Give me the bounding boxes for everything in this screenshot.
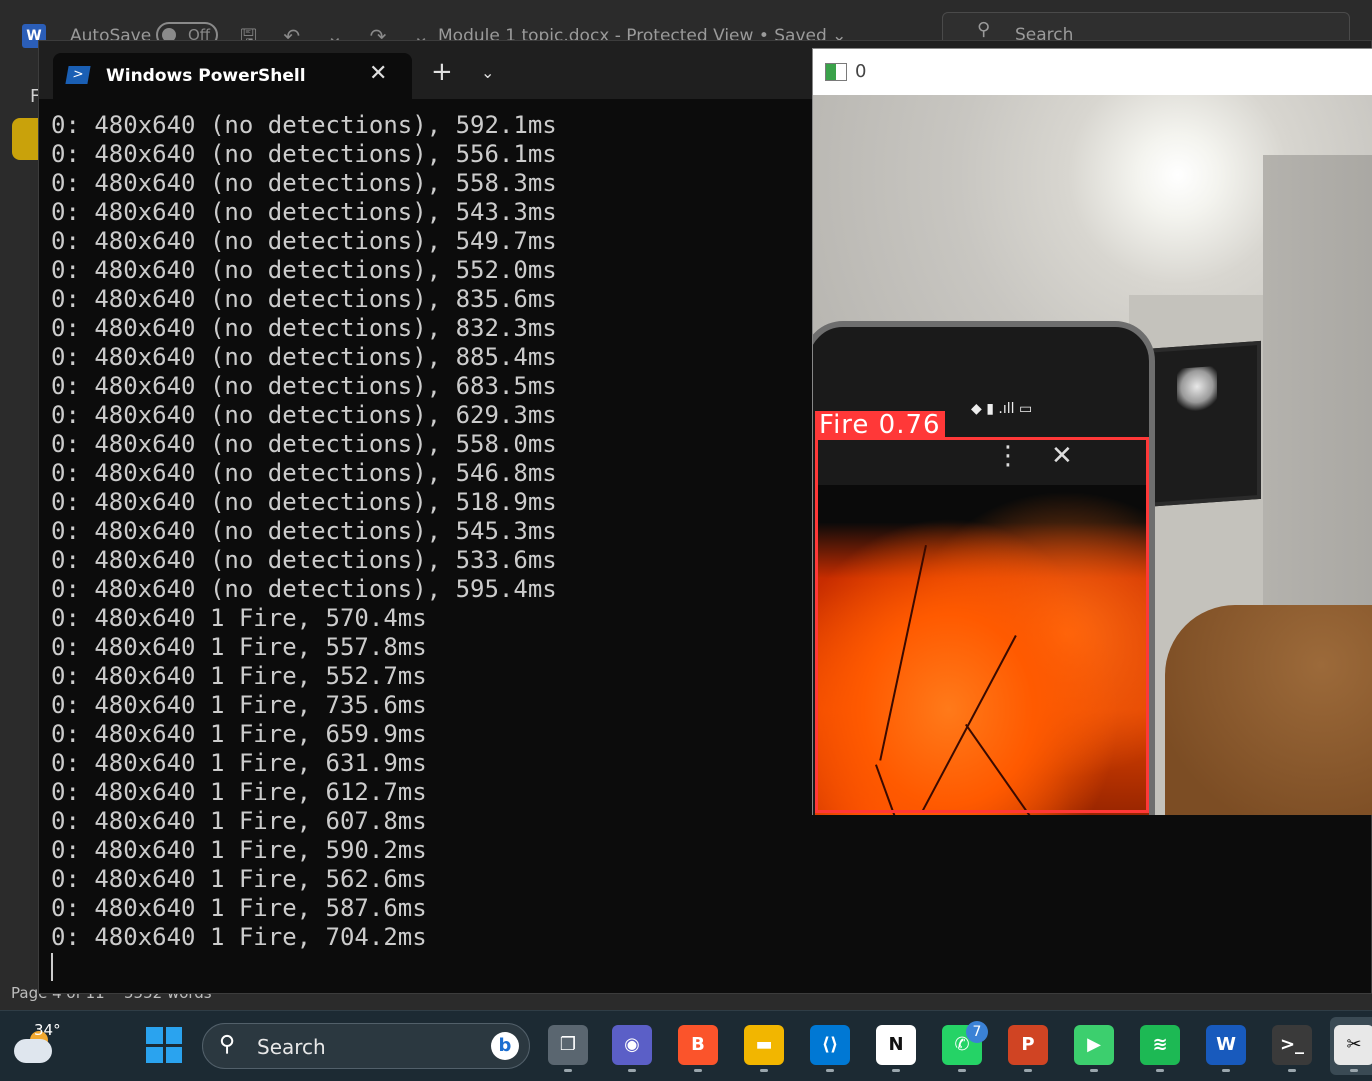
console-line: 0: 480x640 1 Fire, 552.7ms xyxy=(51,662,427,690)
bing-icon[interactable]: b xyxy=(491,1032,519,1060)
running-indicator xyxy=(628,1069,636,1072)
console-line: 0: 480x640 1 Fire, 570.4ms xyxy=(51,604,427,632)
console-line: 0: 480x640 (no detections), 545.3ms xyxy=(51,517,557,545)
running-indicator xyxy=(1350,1069,1358,1072)
windows-logo-tile xyxy=(165,1046,182,1063)
console-line: 0: 480x640 (no detections), 629.3ms xyxy=(51,401,557,429)
console-line: 0: 480x640 1 Fire, 590.2ms xyxy=(51,836,427,864)
running-indicator xyxy=(826,1069,834,1072)
running-indicator xyxy=(694,1069,702,1072)
detection-bounding-box xyxy=(815,437,1149,813)
console-line: 0: 480x640 1 Fire, 704.2ms xyxy=(51,923,427,951)
console-line: 0: 480x640 (no detections), 543.3ms xyxy=(51,198,557,226)
taskbar: 34° ⚲ Search b ❐ ◉ B ▬ ⟨⟩ N ✆ P ▶ ≋ W >_ ✂ 7 xyxy=(0,1010,1372,1081)
vscode-icon[interactable]: ⟨⟩ xyxy=(810,1025,850,1065)
console-output[interactable]: 0: 480x640 (no detections), 592.1ms 0: 48… xyxy=(51,111,557,952)
window-app-icon xyxy=(825,63,847,81)
camera-frame: ◆ ▮ .ıll ▭ ⋮ ✕ Fire 0.76 xyxy=(813,95,1372,815)
detection-window: 0 ◆ ▮ .ıll ▭ ⋮ ✕ Fire 0.76 xyxy=(812,48,1372,815)
console-line: 0: 480x640 (no detections), 558.3ms xyxy=(51,169,557,197)
console-line: 0: 480x640 (no detections), 518.9ms xyxy=(51,488,557,516)
console-line: 0: 480x640 1 Fire, 659.9ms xyxy=(51,720,427,748)
running-indicator xyxy=(1288,1069,1296,1072)
running-indicator xyxy=(1090,1069,1098,1072)
weather-cloud-icon[interactable] xyxy=(14,1039,52,1063)
console-line: 0: 480x640 (no detections), 533.6ms xyxy=(51,546,557,574)
console-line: 0: 480x640 1 Fire, 607.8ms xyxy=(51,807,427,835)
search-icon: ⚲ xyxy=(977,19,991,40)
windows-logo-tile xyxy=(165,1027,182,1044)
console-line: 0: 480x640 (no detections), 683.5ms xyxy=(51,372,557,400)
wall-photo xyxy=(1143,340,1261,508)
detection-window-title: 0 xyxy=(855,61,867,82)
spotify-icon[interactable]: ≋ xyxy=(1140,1025,1180,1065)
console-line: 0: 480x640 (no detections), 552.0ms xyxy=(51,256,557,284)
word-titlebar: W AutoSave Off 🖫 ↶ ⌄ ↷ ⌄ Module 1 topic.… xyxy=(0,0,1372,48)
tab-windows-powershell[interactable]: > Windows PowerShell ✕ xyxy=(53,53,412,99)
windows-logo-tile xyxy=(146,1027,163,1044)
powershell-icon: > xyxy=(65,66,91,84)
running-indicator xyxy=(958,1069,966,1072)
running-indicator xyxy=(760,1069,768,1072)
stremio-icon[interactable]: ▶ xyxy=(1074,1025,1114,1065)
person-shoulder xyxy=(1165,605,1372,815)
terminal-icon[interactable]: >_ xyxy=(1272,1025,1312,1065)
detection-window-titlebar[interactable]: 0 xyxy=(813,49,1372,95)
console-line: 0: 480x640 1 Fire, 562.6ms xyxy=(51,865,427,893)
console-line: 0: 480x640 (no detections), 595.4ms xyxy=(51,575,557,603)
start-button[interactable] xyxy=(146,1027,182,1063)
powerpoint-icon[interactable]: P xyxy=(1008,1025,1048,1065)
chevron-down-icon[interactable]: ⌄ xyxy=(481,63,494,82)
new-tab-button[interactable]: + xyxy=(431,59,453,85)
weather-temperature[interactable]: 34° xyxy=(34,1021,61,1039)
console-line: 0: 480x640 (no detections), 592.1ms xyxy=(51,111,557,139)
console-line: 0: 480x640 1 Fire, 735.6ms xyxy=(51,691,427,719)
notion-icon[interactable]: N xyxy=(876,1025,916,1065)
console-line: 0: 480x640 (no detections), 885.4ms xyxy=(51,343,557,371)
console-line: 0: 480x640 (no detections), 546.8ms xyxy=(51,459,557,487)
text-cursor xyxy=(51,953,53,981)
task-view-icon[interactable]: ❐ xyxy=(548,1025,588,1065)
console-line: 0: 480x640 (no detections), 549.7ms xyxy=(51,227,557,255)
brave-icon[interactable]: B xyxy=(678,1025,718,1065)
search-icon: ⚲ xyxy=(219,1032,236,1057)
close-tab-icon[interactable]: ✕ xyxy=(369,61,387,86)
taskbar-search-placeholder: Search xyxy=(257,1035,326,1059)
console-line: 0: 480x640 (no detections), 835.6ms xyxy=(51,285,557,313)
taskbar-search-box[interactable]: ⚲ Search b xyxy=(202,1023,530,1069)
running-indicator xyxy=(892,1069,900,1072)
file-explorer-icon[interactable]: ▬ xyxy=(744,1025,784,1065)
running-indicator xyxy=(1222,1069,1230,1072)
console-line: 0: 480x640 (no detections), 556.1ms xyxy=(51,140,557,168)
windows-logo-tile xyxy=(146,1046,163,1063)
detection-label: Fire 0.76 xyxy=(815,411,945,439)
console-line: 0: 480x640 1 Fire, 612.7ms xyxy=(51,778,427,806)
snipping-tool-icon[interactable]: ✂ xyxy=(1334,1025,1372,1065)
word-icon[interactable]: W xyxy=(1206,1025,1246,1065)
running-indicator xyxy=(1024,1069,1032,1072)
phone-status-icons: ◆ ▮ .ıll ▭ xyxy=(971,401,1033,417)
running-indicator xyxy=(564,1069,572,1072)
whatsapp-notification-badge: 7 xyxy=(966,1021,988,1043)
console-line: 0: 480x640 1 Fire, 557.8ms xyxy=(51,633,427,661)
tab-title: Windows PowerShell xyxy=(106,66,306,86)
console-line: 0: 480x640 (no detections), 558.0ms xyxy=(51,430,557,458)
console-line: 0: 480x640 (no detections), 832.3ms xyxy=(51,314,557,342)
running-indicator xyxy=(1156,1069,1164,1072)
console-line: 0: 480x640 1 Fire, 587.6ms xyxy=(51,894,427,922)
meet-icon[interactable]: ◉ xyxy=(612,1025,652,1065)
console-line: 0: 480x640 1 Fire, 631.9ms xyxy=(51,749,427,777)
